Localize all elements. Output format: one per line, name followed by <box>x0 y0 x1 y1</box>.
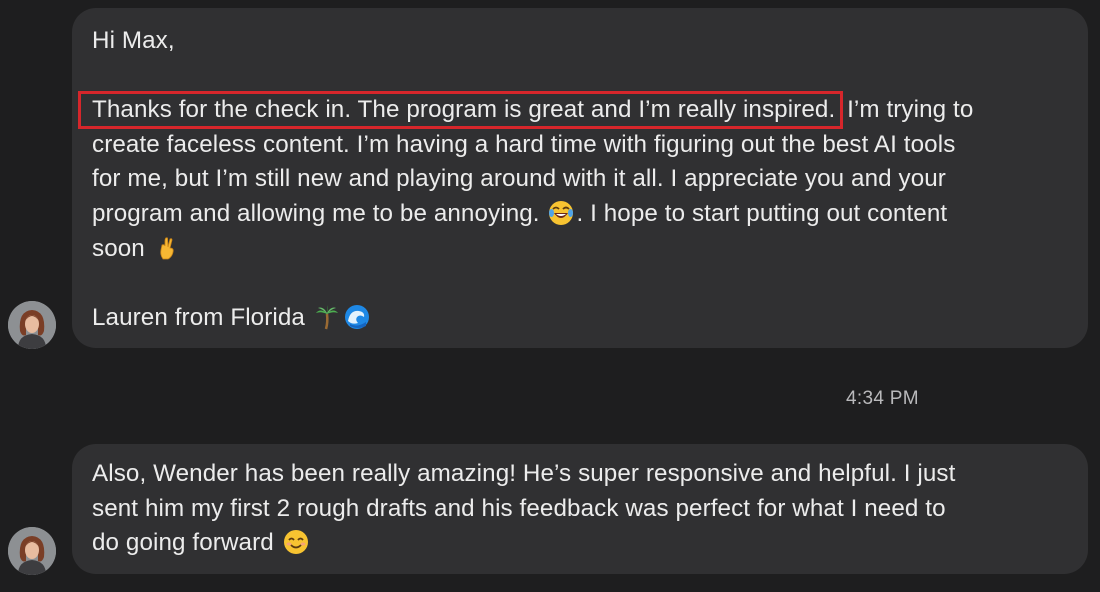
message-text: I’m trying to <box>840 96 974 124</box>
message-text: . I hope to start putting out content <box>576 199 948 227</box>
message-line: Thanks for the check in. The program is … <box>77 91 1068 130</box>
message-text: Lauren from Florida <box>92 303 312 331</box>
crossed-fingers-emoji-icon <box>160 236 174 259</box>
message-line: create faceless content. I’m having a ha… <box>92 130 956 158</box>
message-line: for me, but I’m still new and playing ar… <box>92 165 946 193</box>
message-line: Also, Wender has been really amazing! He… <box>92 460 956 487</box>
avatar[interactable] <box>8 301 56 349</box>
avatar[interactable] <box>8 527 56 575</box>
message-text: soon <box>92 234 152 262</box>
message-greeting: Hi Max, <box>92 27 175 54</box>
avatar-image <box>8 301 56 349</box>
message-timestamp: 4:34 PM <box>846 388 919 409</box>
message-bubble[interactable]: Hi Max, Thanks for the check in. The pro… <box>72 8 1088 348</box>
message-thread: Hi Max, Thanks for the check in. The pro… <box>0 0 1100 592</box>
message-text: do going forward <box>92 529 281 557</box>
message-signature: Lauren from Florida <box>92 301 1068 336</box>
avatar-image <box>8 527 56 575</box>
highlighted-text: Thanks for the check in. The program is … <box>77 91 844 130</box>
smiling-face-emoji-icon <box>283 530 308 555</box>
message-line: program and allowing me to be annoying. … <box>92 197 1068 232</box>
wave-emoji-icon <box>344 304 369 329</box>
message-line: soon <box>92 232 1068 267</box>
palm-tree-emoji-icon <box>315 304 338 330</box>
laughing-crying-emoji-icon <box>549 200 574 225</box>
message-text: program and allowing me to be annoying. <box>92 199 547 227</box>
message-line: sent him my first 2 rough drafts and his… <box>92 494 946 522</box>
message-bubble[interactable]: Also, Wender has been really amazing! He… <box>72 444 1088 574</box>
message-line: do going forward <box>92 526 1068 561</box>
